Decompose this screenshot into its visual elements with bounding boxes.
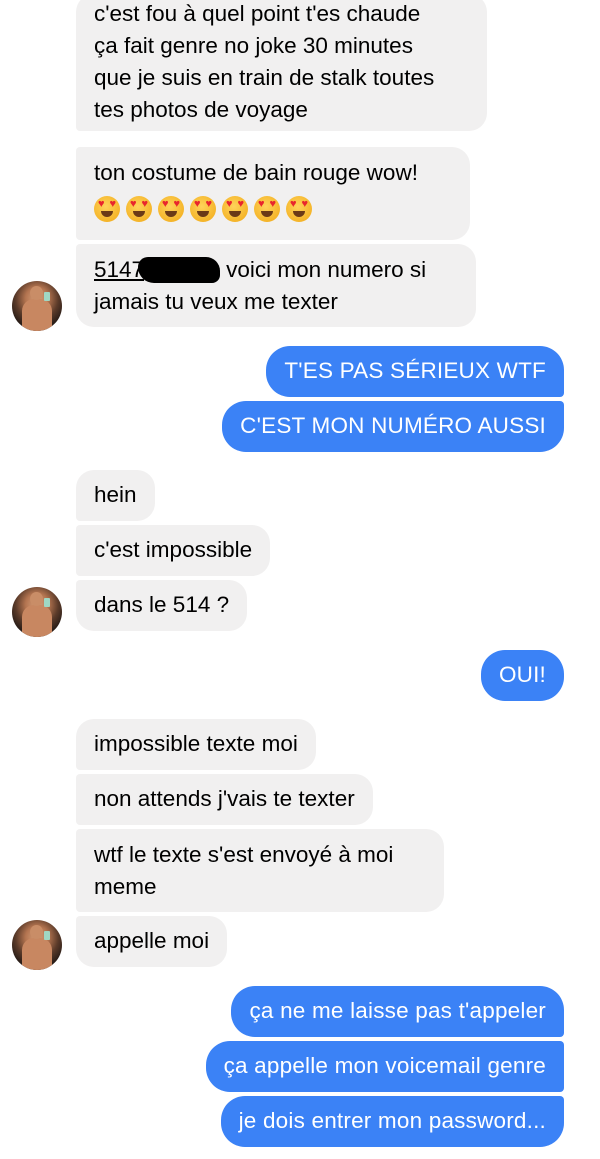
incoming-message[interactable]: c'est impossible — [76, 525, 271, 576]
outgoing-message[interactable]: T'ES PAS SÉRIEUX WTF — [266, 346, 564, 397]
sender-avatar[interactable] — [12, 920, 62, 970]
outgoing-message[interactable]: C'EST MON NUMÉRO AUSSI — [222, 401, 564, 452]
incoming-message[interactable]: appelle moi — [76, 916, 228, 967]
message-text: C'EST MON NUMÉRO AUSSI — [240, 413, 546, 438]
heart-eyes-emoji-icon — [158, 196, 184, 222]
message-line: meme — [94, 874, 157, 899]
incoming-message[interactable]: wtf le texte s'est envoyé à moi meme — [76, 829, 444, 912]
heart-eyes-emoji-icon — [286, 196, 312, 222]
message-text: hein — [94, 482, 137, 507]
message-text: impossible texte moi — [94, 731, 298, 756]
message-text: je dois entrer mon password... — [238, 1108, 546, 1133]
heart-eyes-emoji-icon — [126, 196, 152, 222]
outgoing-message[interactable]: je dois entrer mon password... — [220, 1096, 564, 1147]
message-text: ça ne me laisse pas t'appeler — [249, 998, 546, 1023]
chat-thread: c'est fou à quel point t'es chaude ça fa… — [0, 0, 600, 1159]
redaction-mark — [138, 257, 221, 283]
message-text: dans le 514 ? — [94, 592, 230, 617]
incoming-message[interactable]: non attends j'vais te texter — [76, 774, 373, 825]
incoming-message[interactable]: ton costume de bain rouge wow! — [76, 147, 470, 240]
incoming-message[interactable]: impossible texte moi — [76, 719, 316, 770]
incoming-message[interactable]: dans le 514 ? — [76, 580, 248, 631]
message-text: T'ES PAS SÉRIEUX WTF — [284, 358, 546, 383]
heart-eyes-emoji-icon — [254, 196, 280, 222]
outgoing-message[interactable]: OUI! — [480, 650, 564, 701]
emoji-row — [94, 195, 452, 223]
heart-eyes-emoji-icon — [222, 196, 248, 222]
message-line: que je suis en train de stalk toutes — [94, 65, 435, 90]
message-line: ça fait genre no joke 30 minutes — [94, 33, 413, 58]
message-line: c'est fou à quel point t'es chaude — [94, 1, 421, 26]
message-line: tes photos de voyage — [94, 97, 308, 122]
outgoing-message[interactable]: ça ne me laisse pas t'appeler — [231, 986, 564, 1037]
message-text: OUI! — [498, 662, 546, 687]
message-line: 5147 voici mon numero si — [94, 254, 458, 286]
sender-avatar[interactable] — [12, 281, 62, 331]
message-text: non attends j'vais te texter — [94, 786, 355, 811]
message-text: appelle moi — [94, 928, 210, 953]
message-text: ton costume de bain rouge wow! — [94, 160, 418, 185]
incoming-message[interactable]: hein — [76, 470, 155, 521]
message-text: ça appelle mon voicemail genre — [223, 1053, 546, 1078]
heart-eyes-emoji-icon — [94, 196, 120, 222]
sender-avatar[interactable] — [12, 587, 62, 637]
incoming-message[interactable]: 5147 voici mon numero si jamais tu veux m… — [76, 244, 476, 327]
message-text: voici mon numero si — [226, 257, 427, 282]
incoming-message[interactable]: c'est fou à quel point t'es chaude ça fa… — [76, 0, 487, 131]
phone-number-link[interactable]: 5147 — [94, 257, 144, 282]
message-text: c'est impossible — [94, 537, 253, 562]
heart-eyes-emoji-icon — [190, 196, 216, 222]
outgoing-message[interactable]: ça appelle mon voicemail genre — [205, 1041, 564, 1092]
message-line: wtf le texte s'est envoyé à moi — [94, 842, 394, 867]
message-line: jamais tu veux me texter — [94, 289, 338, 314]
